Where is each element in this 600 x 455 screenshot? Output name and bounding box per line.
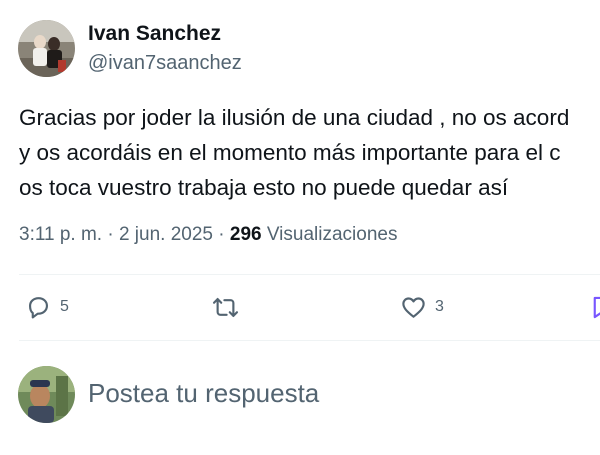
like-count: 3 <box>435 298 444 315</box>
author-avatar[interactable] <box>18 20 75 77</box>
speech-bubble-icon <box>28 296 49 318</box>
tweet-text-line: os toca vuestro trabaja esto no puede qu… <box>19 175 509 200</box>
bookmark-icon <box>593 296 600 318</box>
reply-count: 5 <box>60 298 69 315</box>
tweet-text-line: Gracias por joder la ilusión de una ciud… <box>19 105 570 130</box>
retweet-arrows-icon <box>212 297 239 317</box>
tweet-timestamp[interactable]: 3:11 p. m. · 2 jun. 2025 · <box>19 224 230 245</box>
heart-icon <box>402 296 425 318</box>
divider <box>19 274 600 275</box>
reply-input[interactable] <box>88 375 588 411</box>
views-label: Visualizaciones <box>261 224 398 245</box>
user-avatar[interactable] <box>18 366 75 423</box>
tweet-meta: 3:11 p. m. · 2 jun. 2025 · 296 Visualiza… <box>19 224 397 246</box>
divider <box>19 340 600 341</box>
author-handle[interactable]: @ivan7saanchez <box>88 52 242 75</box>
tweet-text-line: y os acordáis en el momento más importan… <box>19 140 561 165</box>
views-count: 296 <box>229 224 262 245</box>
tweet-text: Gracias por joder la ilusión de una ciud… <box>19 100 600 205</box>
like-button[interactable]: 3 <box>400 292 444 322</box>
bookmark-button[interactable] <box>588 292 600 322</box>
reply-button[interactable]: 5 <box>25 292 69 322</box>
retweet-button[interactable] <box>212 292 247 322</box>
user-avatar-image <box>18 366 75 423</box>
tweet-card: Ivan Sanchez @ivan7saanchez Gracias por … <box>0 0 600 455</box>
author-name[interactable]: Ivan Sanchez <box>88 22 221 46</box>
author-avatar-image <box>18 20 75 77</box>
